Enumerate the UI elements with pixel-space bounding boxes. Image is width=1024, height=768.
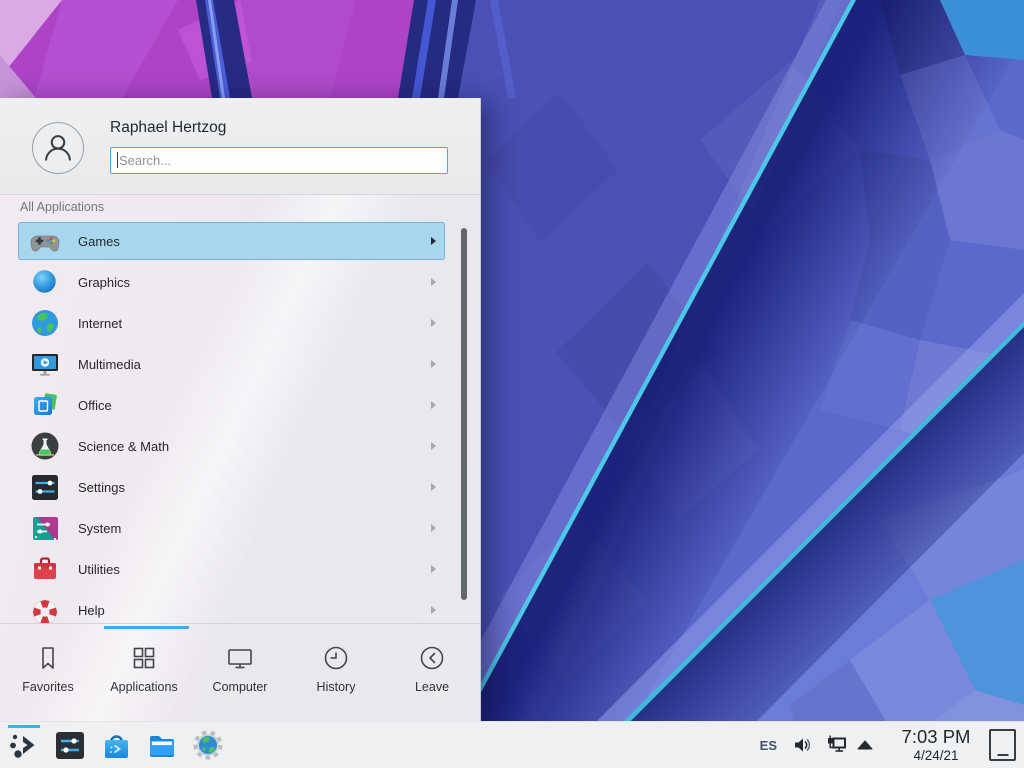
category-internet[interactable]: Internet — [18, 304, 445, 342]
submenu-arrow-icon — [431, 483, 436, 491]
expand-tray-button[interactable] — [857, 740, 873, 750]
tab-computer[interactable]: Computer — [192, 624, 288, 721]
tab-label: Computer — [213, 680, 268, 694]
web-globe-icon — [192, 729, 224, 761]
active-tab-indicator — [104, 626, 189, 629]
wired-network-icon — [825, 734, 847, 756]
submenu-arrow-icon — [431, 401, 436, 409]
network-tray-item[interactable] — [825, 734, 847, 756]
games-icon — [29, 225, 61, 257]
internet-icon — [29, 307, 61, 339]
category-graphics[interactable]: Graphics — [18, 263, 445, 301]
category-system[interactable]: System — [18, 509, 445, 547]
section-label: All Applications — [20, 200, 104, 214]
text-caret — [117, 152, 118, 168]
volume-tray-item[interactable] — [792, 735, 812, 755]
submenu-arrow-icon — [431, 442, 436, 450]
category-games[interactable]: Games — [18, 222, 445, 260]
category-settings[interactable]: Settings — [18, 468, 445, 506]
category-utilities[interactable]: Utilities — [18, 550, 445, 588]
category-label: Internet — [78, 316, 122, 331]
user-avatar[interactable] — [32, 122, 84, 174]
submenu-arrow-icon — [431, 278, 436, 286]
launcher-header: Raphael Hertzog — [0, 98, 480, 195]
application-launcher-button[interactable] — [8, 725, 40, 765]
tab-label: Applications — [110, 680, 177, 694]
multimedia-icon — [29, 348, 61, 380]
tab-leave[interactable]: Leave — [384, 624, 480, 721]
clock-date: 4/24/21 — [893, 749, 979, 763]
system-icon — [29, 512, 61, 544]
category-science-math[interactable]: Science & Math — [18, 427, 445, 465]
category-label: Games — [78, 234, 120, 249]
launcher-tab-bar: Favorites Applications Computer — [0, 623, 480, 721]
search-input[interactable] — [110, 147, 448, 174]
tab-label: History — [317, 680, 356, 694]
category-label: System — [78, 521, 121, 536]
clock-time: 7:03 PM — [893, 728, 979, 747]
tab-history[interactable]: History — [288, 624, 384, 721]
taskbar-launchers — [0, 725, 224, 765]
clock-icon — [321, 643, 351, 673]
office-icon — [29, 389, 61, 421]
grid-icon — [129, 643, 159, 673]
monitor-icon — [225, 643, 255, 673]
tab-favorites[interactable]: Favorites — [0, 624, 96, 721]
show-desktop-button[interactable] — [989, 729, 1016, 761]
tab-label: Leave — [415, 680, 449, 694]
system-tray: ES 7:03 PM 4/24/2 — [760, 728, 1024, 763]
category-label: Settings — [78, 480, 125, 495]
graphics-icon — [29, 266, 61, 298]
category-label: Graphics — [78, 275, 130, 290]
keyboard-layout-indicator[interactable]: ES — [760, 738, 777, 753]
kali-menu-icon — [8, 729, 40, 761]
category-multimedia[interactable]: Multimedia — [18, 345, 445, 383]
category-label: Office — [78, 398, 112, 413]
file-manager-launcher[interactable] — [146, 725, 178, 765]
category-list: Games Graphics Internet — [0, 217, 481, 623]
category-label: Help — [78, 603, 105, 618]
user-icon — [41, 131, 75, 165]
category-help[interactable]: Help — [18, 591, 445, 623]
expand-tray-caret-icon — [857, 740, 873, 750]
system-settings-launcher[interactable] — [54, 725, 86, 765]
submenu-arrow-icon — [431, 524, 436, 532]
user-name: Raphael Hertzog — [110, 119, 226, 137]
discover-launcher[interactable] — [100, 725, 132, 765]
submenu-arrow-icon — [431, 565, 436, 573]
science-icon — [29, 430, 61, 462]
tab-applications[interactable]: Applications — [96, 624, 192, 721]
bookmark-icon — [33, 643, 63, 673]
help-icon — [29, 594, 61, 623]
submenu-arrow-icon — [431, 606, 436, 614]
taskbar-panel: ES 7:03 PM 4/24/2 — [0, 721, 1024, 768]
volume-icon — [792, 735, 812, 755]
category-label: Utilities — [78, 562, 120, 577]
system-settings-icon — [54, 729, 86, 761]
web-globe-launcher[interactable] — [192, 725, 224, 765]
file-manager-icon — [146, 729, 178, 761]
utilities-icon — [29, 553, 61, 585]
show-desktop-icon — [997, 754, 1008, 756]
category-label: Multimedia — [78, 357, 141, 372]
submenu-arrow-icon — [431, 360, 436, 368]
submenu-arrow-icon — [431, 237, 436, 245]
search-field-wrap — [110, 147, 448, 174]
category-label: Science & Math — [78, 439, 169, 454]
application-launcher-popup: Raphael Hertzog All Applications Games — [0, 98, 481, 721]
list-scrollbar[interactable] — [461, 228, 467, 600]
category-office[interactable]: Office — [18, 386, 445, 424]
tab-label: Favorites — [22, 680, 73, 694]
leave-icon — [417, 643, 447, 673]
launcher-active-indicator — [8, 725, 40, 728]
discover-icon — [100, 729, 132, 761]
submenu-arrow-icon — [431, 319, 436, 327]
settings-icon — [29, 471, 61, 503]
digital-clock[interactable]: 7:03 PM 4/24/21 — [893, 728, 979, 763]
